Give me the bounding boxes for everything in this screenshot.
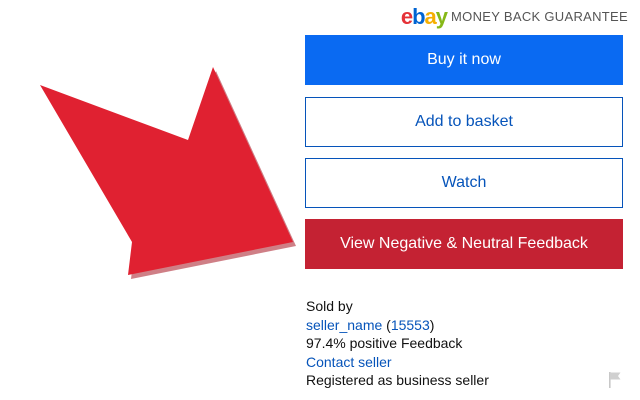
add-to-basket-button[interactable]: Add to basket bbox=[305, 97, 623, 147]
contact-seller-link[interactable]: Contact seller bbox=[306, 353, 606, 372]
arrow-icon bbox=[40, 67, 296, 279]
buy-it-now-button[interactable]: Buy it now bbox=[305, 35, 623, 85]
open-paren: ( bbox=[382, 316, 391, 333]
logo-letter-y: y bbox=[435, 4, 448, 29]
watch-button[interactable]: Watch bbox=[305, 158, 623, 208]
seller-info: Sold by seller_name (15553) 97.4% positi… bbox=[306, 297, 606, 390]
feedback-count-link[interactable]: 15553 bbox=[391, 317, 430, 333]
stage: ebay MONEY BACK GUARANTEE Buy it now Add… bbox=[0, 0, 640, 400]
seller-name-row: seller_name (15553) bbox=[306, 316, 606, 335]
flag-icon[interactable] bbox=[608, 371, 622, 389]
guarantee-text: MONEY BACK GUARANTEE bbox=[451, 9, 628, 24]
logo-letter-b: b bbox=[412, 4, 425, 29]
registration-text: Registered as business seller bbox=[306, 372, 489, 388]
close-paren: ) bbox=[429, 316, 435, 333]
ebay-logo: ebay bbox=[400, 4, 448, 29]
positive-feedback-text: 97.4% positive Feedback bbox=[306, 335, 463, 351]
seller-name-link[interactable]: seller_name bbox=[306, 317, 382, 333]
logo-letter-a: a bbox=[424, 4, 437, 29]
view-negative-neutral-feedback-button[interactable]: View Negative & Neutral Feedback bbox=[305, 219, 623, 269]
money-back-guarantee: ebay MONEY BACK GUARANTEE bbox=[401, 6, 628, 28]
logo-letter-e: e bbox=[400, 4, 413, 29]
sold-by-label: Sold by bbox=[306, 298, 353, 314]
